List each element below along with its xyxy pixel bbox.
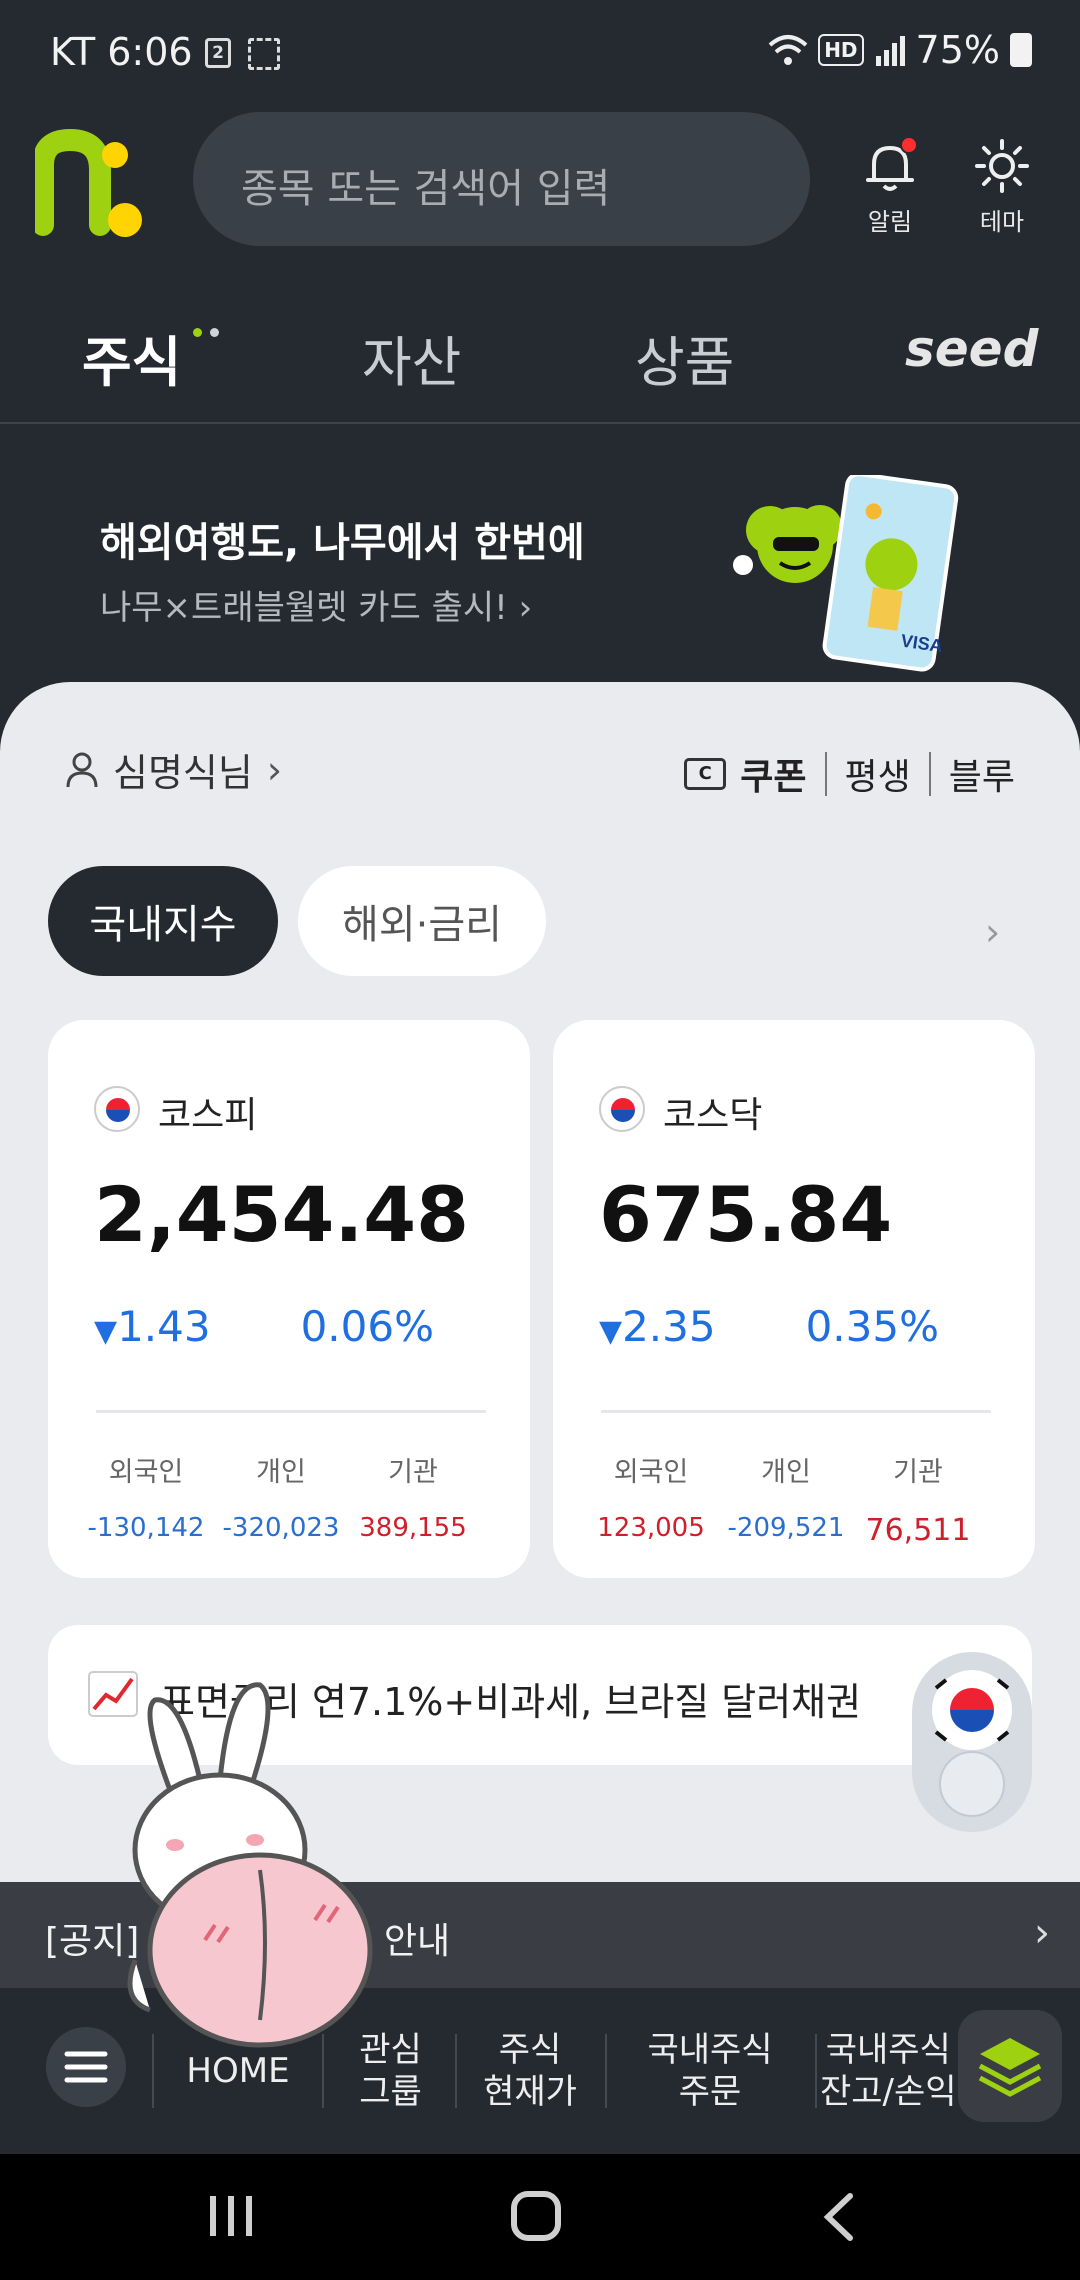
layers-icon xyxy=(978,2038,1042,2097)
divider xyxy=(96,1410,486,1413)
banner-title: 해외여행도, 나무에서 한번에 xyxy=(100,520,585,566)
coupon-icon: C xyxy=(684,758,727,790)
floating-flag-widget[interactable] xyxy=(912,1652,1032,1832)
screenshot-icon xyxy=(248,38,280,70)
index-value: 675.84 xyxy=(599,1170,893,1259)
recent-apps-icon[interactable] xyxy=(208,2194,254,2238)
chevron-right-icon: › xyxy=(266,747,283,792)
divider xyxy=(455,2034,457,2108)
quick-links: C 쿠폰 평생 블루 xyxy=(684,748,1015,800)
chevron-right-icon[interactable]: › xyxy=(985,910,1000,954)
tab-indicator-dots xyxy=(193,322,227,341)
brand-logo[interactable] xyxy=(35,125,145,245)
segment-domestic-index[interactable]: 국내지수 xyxy=(48,866,278,976)
calendar-icon: 2 xyxy=(205,38,231,68)
back-icon[interactable] xyxy=(820,2192,856,2242)
hd-badge: HD xyxy=(818,34,864,66)
status-bar: KT 6:06 2 HD 75% xyxy=(0,0,1080,100)
segment-global-rates[interactable]: 해외·금리 xyxy=(298,866,546,976)
lifetime-link[interactable]: 평생 xyxy=(845,748,911,800)
investor-foreign: 외국인 -130,142 xyxy=(87,1457,205,1543)
divider xyxy=(601,1410,991,1413)
status-time: KT 6:06 xyxy=(50,30,193,74)
tab-stock[interactable]: 주식 xyxy=(82,318,181,397)
menu-domestic-order[interactable]: 국내주식 주문 xyxy=(610,1988,810,2154)
korea-flag-icon xyxy=(94,1086,140,1132)
promo-banner[interactable]: 해외여행도, 나무에서 한번에 나무×트래블월렛 카드 출시! › VISA xyxy=(0,430,1080,690)
chevron-right-icon: › xyxy=(1034,1910,1050,1956)
user-profile-link[interactable]: 심명식님 › xyxy=(65,742,282,797)
index-change: ▼2.35 xyxy=(599,1302,716,1351)
investor-individual: 개인 -209,521 xyxy=(727,1457,845,1543)
sun-icon xyxy=(975,139,1029,193)
investor-institution: 기관 76,511 xyxy=(865,1457,971,1548)
blue-link[interactable]: 블루 xyxy=(949,748,1015,800)
divider xyxy=(815,2034,817,2108)
layers-button[interactable] xyxy=(958,2010,1062,2122)
divider xyxy=(928,752,931,796)
theme-label: 테마 xyxy=(979,208,1025,236)
divider xyxy=(824,752,827,796)
chevron-right-icon: › xyxy=(518,588,533,628)
bunny-sticker-overlay xyxy=(127,1682,373,2048)
person-icon xyxy=(66,752,98,787)
home-icon[interactable] xyxy=(510,2190,562,2242)
travel-card-illustration: VISA xyxy=(733,475,959,672)
tab-product[interactable]: 상품 xyxy=(635,318,734,397)
menu-stock-quote[interactable]: 주식 현재가 xyxy=(460,1988,600,2154)
investor-individual: 개인 -320,023 xyxy=(222,1457,340,1543)
signal-icon xyxy=(875,36,905,66)
notifications-label: 알림 xyxy=(867,208,913,236)
index-name: 코스피 xyxy=(158,1095,258,1136)
battery-icon xyxy=(1010,33,1032,67)
index-card-kospi[interactable]: 코스피 2,454.48 ▼1.43 0.06% 외국인 -130,142 개인 -… xyxy=(48,1020,530,1578)
user-name: 심명식님 xyxy=(113,751,253,795)
index-name: 코스닥 xyxy=(663,1095,763,1136)
index-change-pct: 0.35% xyxy=(805,1302,939,1351)
tab-seed[interactable]: seed xyxy=(905,320,1038,378)
index-change-pct: 0.06% xyxy=(300,1302,434,1351)
down-triangle-icon: ▼ xyxy=(94,1314,118,1349)
divider xyxy=(605,2034,607,2108)
search-placeholder: 종목 또는 검색어 입력 xyxy=(241,166,611,212)
down-triangle-icon: ▼ xyxy=(599,1314,623,1349)
index-value: 2,454.48 xyxy=(94,1170,470,1259)
korea-flag-icon xyxy=(932,1670,1012,1817)
wifi-icon xyxy=(768,35,808,65)
search-input[interactable]: 종목 또는 검색어 입력 xyxy=(193,112,810,246)
theme-button[interactable]: 테마 xyxy=(952,138,1052,237)
index-card-kosdaq[interactable]: 코스닥 675.84 ▼2.35 0.35% 외국인 123,005 개인 -209… xyxy=(553,1020,1035,1578)
system-nav-bar xyxy=(0,2154,1080,2280)
tab-asset[interactable]: 자산 xyxy=(362,318,461,397)
korea-flag-icon xyxy=(599,1086,645,1132)
battery-level: 75% xyxy=(915,28,1000,72)
notifications-button[interactable]: 알림 xyxy=(840,136,940,237)
investor-foreign: 외국인 123,005 xyxy=(597,1457,705,1543)
coupon-link[interactable]: 쿠폰 xyxy=(740,748,806,800)
investor-institution: 기관 389,155 xyxy=(359,1457,467,1543)
banner-subtitle: 나무×트래블월렛 카드 출시! › xyxy=(100,588,533,628)
index-change: ▼1.43 xyxy=(94,1302,211,1351)
system-icons: HD 75% xyxy=(768,28,1032,72)
notification-dot xyxy=(900,136,918,154)
main-tabs: 주식 자산 상품 seed xyxy=(0,300,1080,424)
